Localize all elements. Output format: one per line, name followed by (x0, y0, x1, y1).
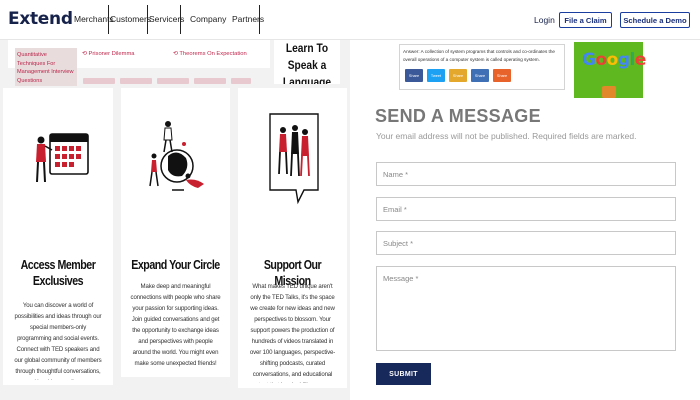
email-input[interactable] (377, 198, 675, 220)
card-body: Make deep and meaningful connections wit… (130, 283, 221, 367)
file-claim-button[interactable]: File a Claim (559, 12, 612, 28)
people-circle-illustration (149, 121, 204, 191)
ad-figure (602, 86, 616, 98)
submit-button[interactable]: SUBMIT (376, 363, 431, 385)
share-button[interactable]: Share (449, 69, 467, 82)
name-input[interactable] (377, 163, 675, 185)
card-body: What makes TED unique aren't only the TE… (249, 283, 336, 383)
email-field (376, 197, 676, 221)
tag-pill (157, 78, 189, 84)
subject-field (376, 231, 676, 255)
message-textarea[interactable] (377, 267, 675, 350)
tag-pill (120, 78, 152, 84)
form-note: Your email address will not be published… (376, 131, 637, 141)
card-body: You can discover a world of possibilitie… (14, 302, 102, 380)
subject-input[interactable] (377, 232, 675, 254)
schedule-demo-button[interactable]: Schedule a Demo (620, 12, 690, 28)
nav-divider (108, 5, 109, 34)
tag-pill (83, 78, 115, 84)
share-button[interactable]: Share (493, 69, 511, 82)
page: Extend Merchants Customers Servicers Com… (0, 0, 700, 400)
side-tag[interactable]: Quantitative Techniques For Management I… (15, 48, 77, 86)
language-box[interactable]: Learn To Speak a Language (274, 40, 340, 84)
google-ad[interactable]: Google (574, 42, 646, 98)
facebook-share-button[interactable]: Share (405, 69, 423, 82)
tag-pill (231, 78, 251, 84)
related-link-theorems[interactable]: ⟲ Theorems On Expectation (173, 51, 247, 57)
name-field (376, 162, 676, 186)
card-title: Expand Your Circle (131, 257, 220, 272)
send-message-title: SEND A MESSAGE (375, 106, 541, 126)
card-access-member-exclusives: Access Member Exclusives You can discove… (3, 88, 113, 385)
card-expand-your-circle: Expand Your Circle Make deep and meaning… (121, 88, 230, 377)
google-ad-text: Google (582, 50, 646, 70)
answer-text: Answer: A collection of system programs … (403, 48, 563, 63)
nav-divider (259, 5, 260, 34)
card-title: Access Member Exclusives (20, 257, 96, 288)
login-link[interactable]: Login (534, 15, 555, 25)
message-field (376, 266, 676, 351)
nav-divider (147, 5, 148, 34)
tag-pill (194, 78, 226, 84)
nav-divider (180, 5, 181, 34)
answer-label: Answer: (403, 49, 420, 54)
nav-customers[interactable]: Customers (110, 14, 151, 24)
answer-box: Answer: A collection of system programs … (399, 44, 565, 90)
language-box-text: Learn To Speak a Language (282, 41, 332, 84)
related-link-prisoner[interactable]: ⟲ Prisoner Dilemma (82, 51, 135, 57)
card-support-our-mission: Support Our Mission What makes TED uniqu… (238, 88, 347, 388)
share-button[interactable]: Share (471, 69, 489, 82)
extend-logo[interactable]: Extend (8, 9, 73, 29)
speech-bubble-people-illustration (269, 113, 319, 205)
nav-company[interactable]: Company (190, 14, 226, 24)
answer-body: A collection of system programs that con… (403, 49, 555, 62)
calendar-person-illustration (36, 133, 89, 183)
twitter-share-button[interactable]: Tweet (427, 69, 445, 82)
top-navigation-bar: Extend Merchants Customers Servicers Com… (0, 0, 700, 40)
